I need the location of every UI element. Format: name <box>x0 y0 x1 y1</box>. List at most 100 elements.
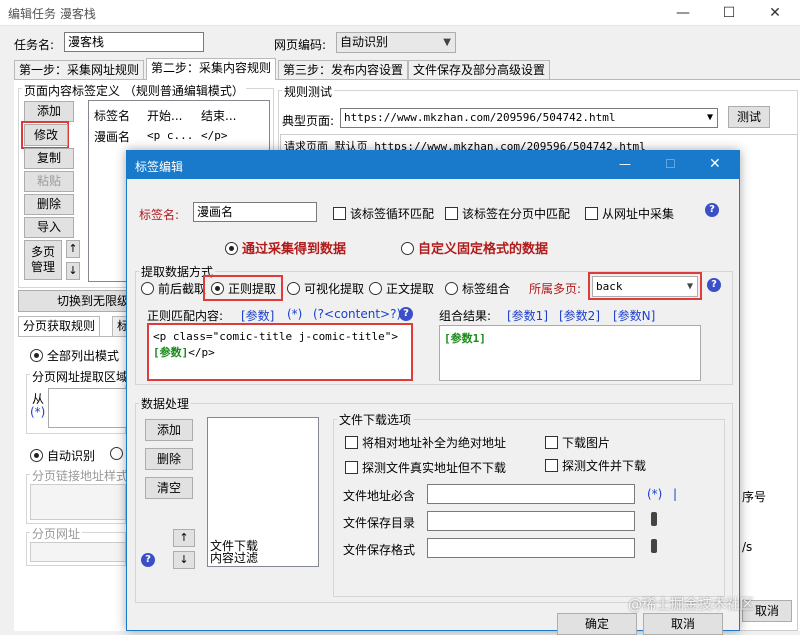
test-button[interactable]: 测试 <box>728 106 770 128</box>
detect-no-download-checkbox[interactable]: 探测文件真实地址但不下载 <box>345 459 506 476</box>
source-collect-radio[interactable]: 通过采集得到数据 <box>225 238 346 257</box>
page-url-input[interactable] <box>30 542 126 562</box>
combo-textarea[interactable]: [参数1] <box>439 325 701 381</box>
auto-identify-radio[interactable]: 自动识别 <box>30 447 95 464</box>
regex-tail: </p> <box>188 346 215 359</box>
tab-pager-rules[interactable]: 分页获取规则 <box>18 316 101 336</box>
add-tag-button[interactable]: 添加 <box>24 101 74 122</box>
regex-textarea[interactable]: <p class="comic-title j-comic-title"> [参数… <box>147 323 413 381</box>
star-link[interactable]: (*) <box>30 405 45 419</box>
file-save-dir-label: 文件保存目录 <box>343 516 416 530</box>
dialog-titlebar: 标签编辑 — ☐ ✕ <box>127 151 739 179</box>
download-image-checkbox[interactable]: 下载图片 <box>545 434 610 451</box>
mode-cut-radio[interactable]: 前后截取 <box>141 280 206 297</box>
regex-param-link[interactable]: [参数] <box>241 307 274 324</box>
process-list[interactable]: 文件下载 内容过滤 <box>207 417 319 567</box>
maximize-icon[interactable]: ☐ <box>706 0 752 26</box>
mode-body-radio[interactable]: 正文提取 <box>369 280 434 297</box>
process-up-button[interactable]: ↑ <box>173 529 195 547</box>
process-help-icon[interactable]: ? <box>141 553 155 567</box>
regex-content-link[interactable]: (?<content>?) <box>313 307 401 321</box>
seq-label: 序号 <box>742 490 767 504</box>
file-bar-link[interactable]: | <box>673 487 677 501</box>
detect-download-checkbox[interactable]: 探测文件并下载 <box>545 457 646 474</box>
mode-regex-radio[interactable]: 正则提取 <box>211 280 276 297</box>
delete-tag-button[interactable]: 删除 <box>24 194 74 215</box>
loop-match-checkbox[interactable]: 该标签循环匹配 <box>333 205 434 222</box>
cancel-button[interactable]: 取消 <box>643 613 723 635</box>
mode-combine-radio[interactable]: 标签组合 <box>445 280 510 297</box>
combo-paramN-link[interactable]: [参数N] <box>613 307 655 324</box>
col-end: 结束... <box>201 109 237 123</box>
tab-step2[interactable]: 第二步：采集内容规则 <box>146 58 277 80</box>
link-style-input[interactable] <box>30 484 126 520</box>
chevron-down-icon: ▼ <box>686 281 693 292</box>
task-name-input[interactable]: 漫客栈 <box>64 32 204 52</box>
process-delete-button[interactable]: 删除 <box>145 448 193 470</box>
multipage-select[interactable]: back ▼ <box>592 276 698 297</box>
watermark: @稀土掘金技术社区 <box>628 597 754 613</box>
pager-area-input[interactable] <box>48 388 128 428</box>
absolute-url-checkbox[interactable]: 将相对地址补全为绝对地址 <box>345 434 506 451</box>
tab-file-save[interactable]: 文件保存及部分高级设置 <box>408 60 551 80</box>
regex-help-icon[interactable]: ? <box>399 307 413 321</box>
process-group-title: 数据处理 <box>139 395 192 412</box>
file-url-contains-input[interactable] <box>427 484 635 504</box>
source-fixed-radio[interactable]: 自定义固定格式的数据 <box>401 238 548 257</box>
multipage-help-icon[interactable]: ? <box>707 278 721 292</box>
file-download-title: 文件下载选项 <box>337 411 414 428</box>
paste-tag-button[interactable]: 粘贴 <box>24 171 74 192</box>
close-icon[interactable]: ✕ <box>752 0 798 26</box>
regex-param-token: [参数] <box>153 346 189 359</box>
copy-tag-button[interactable]: 复制 <box>24 148 74 169</box>
move-down-button[interactable]: ↓ <box>66 262 80 280</box>
encoding-select[interactable]: 自动识别 ▼ <box>336 32 456 53</box>
multipage-label: 所属多页: <box>529 282 582 296</box>
process-add-button[interactable]: 添加 <box>145 419 193 441</box>
encoding-label: 网页编码: <box>274 38 327 52</box>
mode-visual-radio[interactable]: 可视化提取 <box>287 280 364 297</box>
file-star-link[interactable]: (*) <box>647 487 662 501</box>
process-clear-button[interactable]: 清空 <box>145 477 193 499</box>
window-title: 编辑任务 漫客栈 <box>8 7 96 21</box>
file-save-format-icon[interactable] <box>651 539 657 553</box>
help-icon[interactable]: ? <box>705 203 719 217</box>
tag-name-input[interactable]: 漫画名 <box>193 202 317 222</box>
modify-tag-button[interactable]: 修改 <box>24 124 68 146</box>
col-start: 开始... <box>147 109 183 123</box>
list-mode-radio[interactable]: 全部列出模式 <box>30 347 119 364</box>
row-end: </p> <box>201 129 228 142</box>
typical-page-select[interactable]: https://www.mkzhan.com/209596/504742.htm… <box>340 108 718 128</box>
tab-step1[interactable]: 第一步：采集网址规则 <box>14 60 145 80</box>
dialog-minimize-icon[interactable]: — <box>619 157 631 171</box>
multipage-manage-button[interactable]: 多页 管理 <box>24 240 62 280</box>
pager-area-title: 分页网址提取区域 <box>30 368 131 385</box>
combo-param1-link[interactable]: [参数1] <box>507 307 548 324</box>
custom-radio[interactable] <box>110 447 127 461</box>
file-save-dir-input[interactable] <box>427 511 635 531</box>
chevron-down-icon: ▼ <box>443 37 451 48</box>
dialog-title: 标签编辑 <box>135 160 184 174</box>
regex-star-link[interactable]: (*) <box>287 307 302 321</box>
process-down-button[interactable]: ↓ <box>173 551 195 569</box>
file-save-format-input[interactable] <box>427 538 635 558</box>
tag-name-label: 标签名: <box>139 208 180 222</box>
move-up-button[interactable]: ↑ <box>66 240 80 258</box>
speed-label: /s <box>742 540 753 554</box>
file-save-dir-icon[interactable] <box>651 512 657 526</box>
dialog-close-icon[interactable]: ✕ <box>709 156 721 172</box>
from-url-checkbox[interactable]: 从网址中采集 <box>585 205 674 222</box>
file-save-format-label: 文件保存格式 <box>343 543 416 557</box>
tag-edit-dialog: 标签编辑 — ☐ ✕ 标签名: 漫画名 该标签循环匹配 该标签在分页中匹配 从网… <box>126 150 740 635</box>
import-tag-button[interactable]: 导入 <box>24 217 74 238</box>
tag-definition-title: 页面内容标签定义 （规则普通编辑模式） <box>22 82 246 99</box>
page-match-checkbox[interactable]: 该标签在分页中匹配 <box>445 205 570 222</box>
combo-param2-link[interactable]: [参数2] <box>559 307 600 324</box>
process-item-filter[interactable]: 内容过滤 <box>210 552 258 564</box>
tab-step3[interactable]: 第三步：发布内容设置 <box>278 60 409 80</box>
switch-infinite-button[interactable]: 切换到无限级 <box>18 290 129 312</box>
row-tag-name[interactable]: 漫画名 <box>94 128 130 145</box>
minimize-icon[interactable]: — <box>660 0 706 26</box>
ok-button[interactable]: 确定 <box>557 613 637 635</box>
row-start: <p c... <box>147 129 194 142</box>
